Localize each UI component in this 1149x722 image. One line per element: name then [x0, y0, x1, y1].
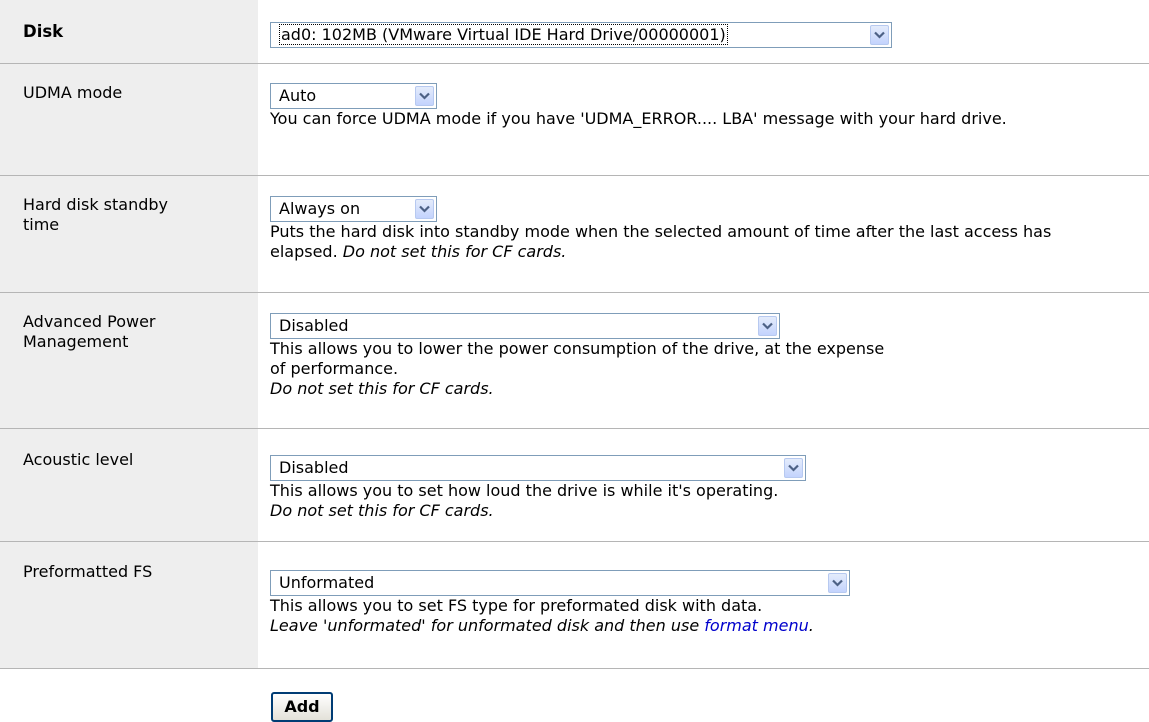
udma-mode-select[interactable]: Auto: [270, 83, 437, 109]
acoustic-level-description: This allows you to set how loud the driv…: [270, 481, 779, 500]
standby-time-description: Puts the hard disk into standby mode whe…: [270, 222, 1120, 262]
power-management-note: Do not set this for CF cards.: [270, 379, 494, 398]
disk-select-value: ad0: 102MB (VMware Virtual IDE Hard Driv…: [279, 24, 728, 45]
row-disk: Disk ad0: 102MB (VMware Virtual IDE Hard…: [0, 0, 1149, 64]
chevron-down-icon[interactable]: [415, 199, 434, 219]
standby-time-select-value: Always on: [279, 199, 361, 218]
udma-mode-select-value: Auto: [279, 86, 317, 105]
power-management-select[interactable]: Disabled: [270, 313, 780, 339]
row-power-management: Advanced Power Management Disabled This …: [0, 293, 1149, 429]
chevron-down-icon[interactable]: [870, 25, 889, 45]
chevron-down-icon[interactable]: [784, 458, 803, 478]
standby-time-select[interactable]: Always on: [270, 196, 437, 222]
preformatted-fs-select-value: Unformated: [279, 573, 375, 592]
acoustic-level-label: Acoustic level: [0, 429, 258, 541]
preformatted-fs-select[interactable]: Unformated: [270, 570, 850, 596]
row-preformatted-fs: Preformatted FS Unformated This allows y…: [0, 542, 1149, 669]
row-udma-mode: UDMA mode Auto You can force UDMA mode i…: [0, 64, 1149, 176]
udma-mode-description: You can force UDMA mode if you have 'UDM…: [270, 109, 1007, 128]
preformatted-fs-label: Preformatted FS: [0, 542, 258, 668]
standby-time-label: Hard disk standby time: [0, 176, 258, 292]
power-management-select-value: Disabled: [279, 316, 349, 335]
acoustic-level-select[interactable]: Disabled: [270, 455, 806, 481]
preformatted-fs-note: Leave 'unformated' for unformated disk a…: [270, 616, 700, 635]
add-button[interactable]: Add: [271, 692, 333, 722]
acoustic-level-select-value: Disabled: [279, 458, 349, 477]
chevron-down-icon[interactable]: [415, 86, 434, 106]
standby-time-label-text: Hard disk standby time: [23, 195, 168, 234]
row-standby-time: Hard disk standby time Always on Puts th…: [0, 176, 1149, 293]
udma-mode-label: UDMA mode: [0, 64, 258, 175]
preformatted-fs-note-end: .: [808, 616, 814, 635]
power-management-label: Advanced Power Management: [0, 293, 258, 428]
format-menu-link[interactable]: format menu: [704, 616, 808, 635]
disk-select[interactable]: ad0: 102MB (VMware Virtual IDE Hard Driv…: [270, 22, 892, 48]
button-row: Add: [271, 692, 333, 722]
acoustic-level-note: Do not set this for CF cards.: [270, 501, 494, 520]
row-acoustic-level: Acoustic level Disabled This allows you …: [0, 429, 1149, 542]
disk-settings-form: Disk ad0: 102MB (VMware Virtual IDE Hard…: [0, 0, 1149, 669]
power-management-label-text: Advanced Power Management: [23, 312, 156, 351]
disk-label: Disk: [0, 0, 258, 63]
preformatted-fs-description: This allows you to set FS type for prefo…: [270, 596, 763, 615]
power-management-description: This allows you to lower the power consu…: [270, 339, 885, 378]
chevron-down-icon[interactable]: [758, 316, 777, 336]
chevron-down-icon[interactable]: [828, 573, 847, 593]
standby-time-note: Do not set this for CF cards.: [342, 242, 567, 261]
